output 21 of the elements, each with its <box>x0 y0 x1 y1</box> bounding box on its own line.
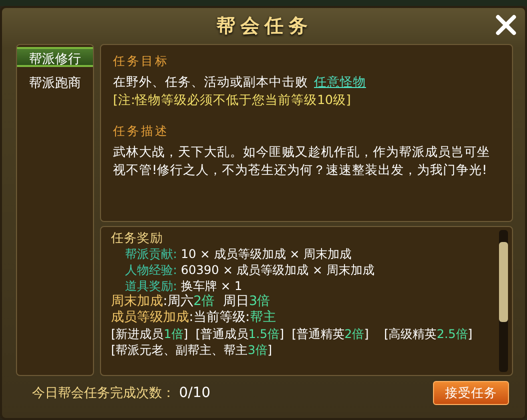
count-label: 今日帮会任务完成次数： <box>32 385 175 402</box>
reward-line: 周末加成:周六2倍 周日 3倍 <box>111 294 272 310</box>
reward-line: 道具奖励: 换车牌 × 1 <box>124 278 244 294</box>
tab[interactable]: 帮派修行 <box>17 47 93 67</box>
reward-line: 帮派贡献: 10 × 成员等级加成 × 周末加成 <box>124 246 352 262</box>
reward-line: [新进成员1倍] [普通成员1.5倍] [普通精英2倍] [高级精英2.5倍] [帮派元老、副帮主、帮主3倍] <box>111 326 474 358</box>
section-heading: 任务奖励 <box>111 230 164 246</box>
section-heading: 任务目标 <box>113 53 170 70</box>
description-text: 武林大战，天下大乱。如今匪贼又趁机作乱，作为帮派成员岂可坐视不管!修行之人，不为苍生还为何？速速整装出发，为我门争光! <box>113 143 491 179</box>
window-title: 帮会任务 <box>216 14 312 39</box>
tab[interactable]: 帮派跑商 <box>17 71 93 91</box>
monster-link[interactable]: 任意怪物 <box>314 74 366 89</box>
reward-line: 成员等级加成:当前等级:帮主 <box>111 310 277 326</box>
section-heading: 任务描述 <box>113 123 170 140</box>
note-text: [注:怪物等级必须不低于您当前等级10级] <box>113 91 352 109</box>
close-icon <box>493 12 519 38</box>
scrollbar[interactable] <box>499 230 508 372</box>
reward-line: 人物经验: 60390 × 成员等级加成 × 周末加成 <box>124 262 376 278</box>
count-value: 0/10 <box>179 385 210 401</box>
objective-text: 在野外、任务、活动或副本中击败 任意怪物 <box>113 73 367 91</box>
close-button[interactable] <box>493 12 519 38</box>
